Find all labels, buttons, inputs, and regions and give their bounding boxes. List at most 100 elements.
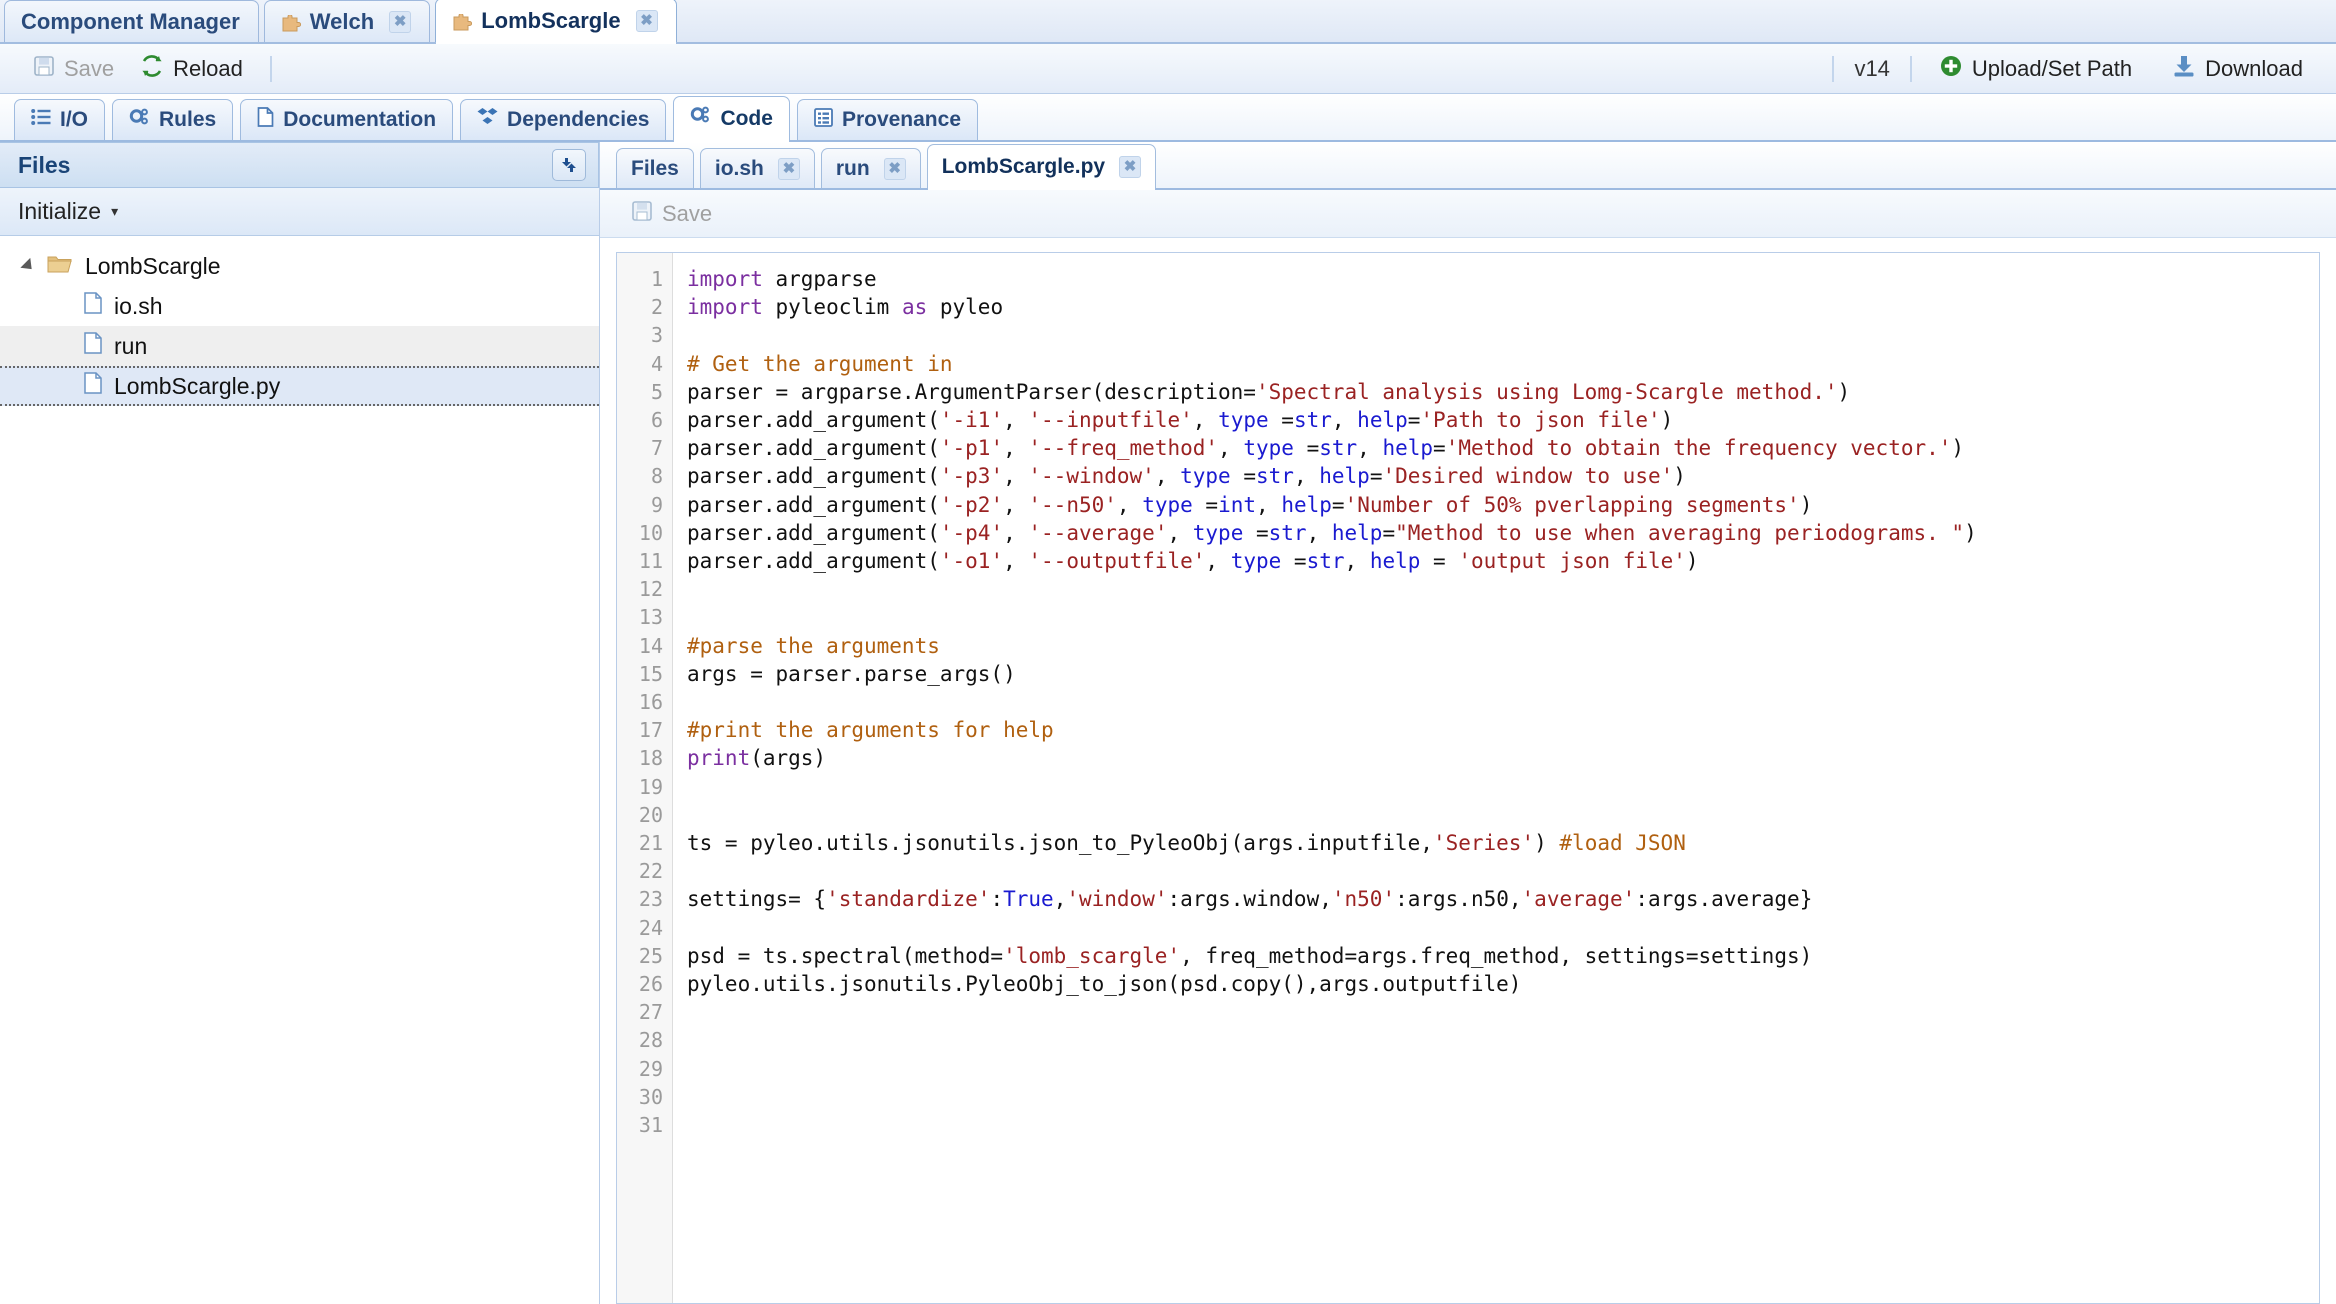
- code-line: #print the arguments for help: [687, 718, 1054, 743]
- line-number: 11: [638, 549, 663, 574]
- refresh-icon: [140, 54, 164, 84]
- toolbar-divider-right-1: [1832, 55, 1835, 82]
- tab-label: I/O: [60, 108, 89, 131]
- line-number: 23: [638, 887, 663, 912]
- line-number: 17: [638, 718, 663, 743]
- section-tab-bar: I/O Rules Documentation Dependencies Cod…: [0, 94, 2336, 142]
- file-tab-files[interactable]: Files: [616, 148, 694, 188]
- component-tab-component-manager[interactable]: Component Manager: [4, 0, 259, 42]
- editor-save-button[interactable]: Save: [618, 195, 725, 233]
- tab-label: Rules: [159, 108, 217, 131]
- download-button[interactable]: Download: [2159, 49, 2316, 89]
- tree-item-lombscargle-folder[interactable]: LombScargle: [0, 246, 599, 286]
- code-line: # Get the argument in: [687, 351, 953, 376]
- tree-item-run[interactable]: run: [0, 326, 599, 366]
- line-number: 30: [638, 1084, 663, 1109]
- tab-documentation[interactable]: Documentation: [240, 99, 454, 140]
- file-icon: [84, 332, 102, 360]
- close-icon[interactable]: ✖: [777, 157, 800, 180]
- tab-code[interactable]: Code: [673, 96, 790, 142]
- expander-icon[interactable]: [20, 257, 37, 275]
- line-number: 31: [638, 1113, 663, 1138]
- line-number: 24: [638, 915, 663, 940]
- tab-provenance[interactable]: Provenance: [796, 99, 978, 140]
- code-line: import argparse: [687, 267, 877, 291]
- plus-circle-icon: [1939, 54, 1963, 84]
- code-line: parser.add_argument('-p3', '--window', t…: [687, 464, 1686, 489]
- close-icon[interactable]: ✖: [635, 9, 658, 32]
- code-line: ts = pyleo.utils.jsonutils.json_to_Pyleo…: [687, 831, 1686, 856]
- save-button[interactable]: Save: [20, 50, 127, 88]
- component-tab-label: Welch: [309, 8, 375, 34]
- close-icon[interactable]: ✖: [1119, 155, 1142, 178]
- line-number: 3: [650, 323, 663, 348]
- tree-item-io-sh[interactable]: io.sh: [0, 286, 599, 326]
- reload-button[interactable]: Reload: [127, 49, 256, 89]
- code-editor[interactable]: 1 2 3 4 5 6 7 8 9 10 11 12 13 14 15 16 17 18 19 20 21 22 23 24 2…: [616, 252, 2320, 1304]
- file-tree: LombScargle io.sh run LombScargle.py: [0, 236, 599, 406]
- initialize-dropdown[interactable]: Initialize ▾: [0, 188, 599, 236]
- code-line: parser.add_argument('-i1', '--inputfile'…: [687, 408, 1674, 433]
- tab-label: Provenance: [841, 108, 961, 131]
- close-icon[interactable]: ✖: [389, 10, 412, 33]
- listdoc-icon: [814, 107, 833, 133]
- reload-button-label: Reload: [173, 55, 243, 81]
- file-tab-label: Files: [631, 156, 679, 180]
- toolbar-divider-right-2: [1909, 55, 1912, 82]
- diamonds-icon: [477, 107, 498, 133]
- main-toolbar: Save Reload v14 Upload/Set Path Download: [0, 44, 2336, 94]
- tree-item-label: LombScargle: [85, 252, 221, 279]
- file-tab-run[interactable]: run ✖: [820, 148, 921, 188]
- panel-title: Files: [18, 151, 71, 178]
- tab-label: Code: [720, 106, 773, 130]
- refresh-arrows-icon[interactable]: [552, 149, 586, 181]
- tab-dependencies[interactable]: Dependencies: [460, 99, 667, 140]
- code-line: args = parser.parse_args(): [687, 661, 1016, 686]
- code-line: parser.add_argument('-o1', '--outputfile…: [687, 549, 1699, 574]
- line-number: 16: [638, 690, 663, 715]
- component-tab-label: Component Manager: [21, 8, 240, 34]
- upload-set-path-button[interactable]: Upload/Set Path: [1926, 49, 2145, 89]
- list-icon: [31, 108, 51, 132]
- line-number: 8: [650, 464, 663, 489]
- document-icon: [257, 107, 274, 133]
- tree-item-lombscargle-py[interactable]: LombScargle.py: [0, 366, 599, 406]
- code-line: settings= {'standardize':True,'window':a…: [687, 887, 1813, 912]
- line-number: 19: [638, 774, 663, 799]
- code-line: parser.add_argument('-p2', '--n50', type…: [687, 492, 1813, 517]
- line-number: 29: [638, 1056, 663, 1081]
- line-number: 26: [638, 972, 663, 997]
- chevron-down-icon: ▾: [111, 203, 119, 219]
- save-button-label: Save: [64, 55, 115, 81]
- files-panel: Files Initialize ▾ LombScargle io.sh run…: [0, 142, 600, 1304]
- line-number: 22: [638, 859, 663, 884]
- line-number: 21: [638, 831, 663, 856]
- line-number: 2: [650, 295, 663, 320]
- code-line: #parse the arguments: [687, 633, 940, 658]
- component-tab-welch[interactable]: Welch ✖: [263, 0, 431, 42]
- toolbar-divider: [269, 55, 272, 82]
- code-line: psd = ts.spectral(method='lomb_scargle',…: [687, 943, 1813, 968]
- file-tab-io-sh[interactable]: io.sh ✖: [699, 148, 815, 188]
- close-icon[interactable]: ✖: [883, 157, 906, 180]
- file-icon: [84, 372, 102, 400]
- line-number: 28: [638, 1028, 663, 1053]
- initialize-label: Initialize: [18, 198, 102, 224]
- line-number: 25: [638, 943, 663, 968]
- line-number: 5: [650, 379, 663, 404]
- floppy-disk-icon: [33, 55, 55, 83]
- component-tab-lombscargle[interactable]: LombScargle ✖: [435, 0, 677, 44]
- code-content[interactable]: import argparse import pyleoclim as pyleo…: [673, 253, 2319, 1303]
- component-tab-label: LombScargle: [481, 7, 621, 33]
- file-tab-lombscargle-py[interactable]: LombScargle.py ✖: [926, 144, 1157, 190]
- tab-rules[interactable]: Rules: [112, 99, 234, 140]
- tab-io[interactable]: I/O: [14, 99, 106, 140]
- editor-file-tab-bar: Files io.sh ✖ run ✖ LombScargle.py ✖: [600, 142, 2336, 190]
